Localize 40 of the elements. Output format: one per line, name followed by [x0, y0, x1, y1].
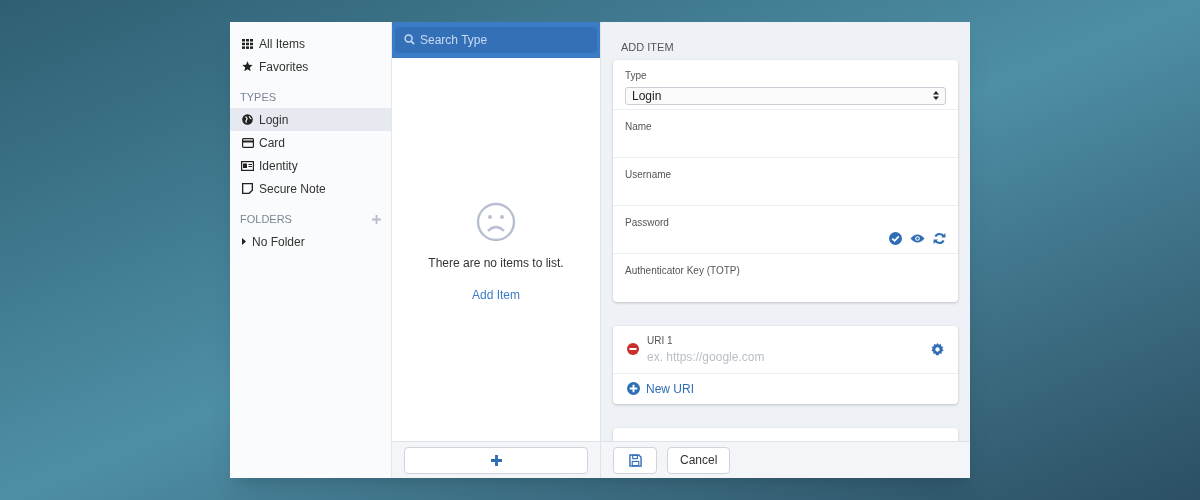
folder-item[interactable]: No Folder [230, 230, 391, 253]
credit-card-icon [241, 137, 254, 148]
settings-icon[interactable] [931, 342, 944, 356]
search-icon [404, 34, 415, 45]
eye-icon[interactable] [910, 233, 925, 244]
field-label: URI 1 [647, 333, 674, 348]
note-icon [242, 183, 253, 194]
sidebar-item[interactable]: All Items [230, 32, 391, 55]
updown-arrow-icon [933, 91, 939, 100]
empty-message: There are no items to list. [428, 255, 564, 272]
type-dropdown[interactable]: Login [625, 86, 946, 105]
grid-icon [242, 38, 253, 49]
sidebar-item[interactable]: Favorites [230, 55, 391, 78]
sidebar-item[interactable]: Identity [230, 154, 391, 177]
sidebar-item[interactable]: Card [230, 131, 391, 154]
remove-icon[interactable] [627, 343, 639, 355]
section-heading: FOLDERS [240, 211, 292, 227]
sad-face-icon [476, 202, 516, 242]
field-label: Name [625, 119, 653, 134]
cancel-button[interactable]: Cancel [667, 446, 731, 474]
section-heading: ADD ITEM [620, 40, 675, 55]
id-card-icon [241, 160, 254, 171]
save-button[interactable] [613, 446, 657, 474]
check-circle-icon[interactable] [889, 232, 902, 245]
new-uri-link[interactable]: New URI [613, 373, 958, 404]
globe-icon [242, 114, 253, 125]
section-heading: TYPES [240, 89, 277, 105]
field-label: Authenticator Key (TOTP) [625, 263, 741, 278]
plus-icon [490, 454, 502, 466]
add-item-link[interactable]: Add Item [472, 286, 520, 304]
field-label: Password [625, 215, 670, 230]
plus-circle-icon [627, 382, 640, 395]
refresh-icon[interactable] [933, 232, 946, 245]
star-icon [242, 61, 253, 72]
field-label: Type [625, 68, 648, 83]
uri-field[interactable]: ex. https://google.com [647, 347, 923, 366]
sidebar-item[interactable]: Login [230, 108, 391, 131]
search-field[interactable]: Search Type [395, 27, 597, 53]
field-label: Username [625, 167, 673, 182]
sidebar-item[interactable]: Secure Note [230, 177, 391, 200]
